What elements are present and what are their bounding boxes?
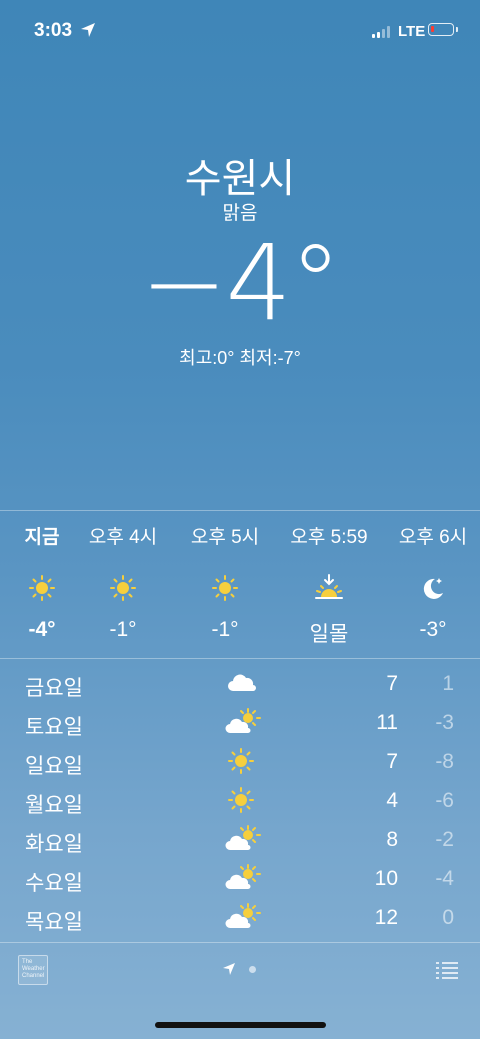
battery-icon [428, 23, 458, 36]
home-indicator[interactable] [155, 1022, 326, 1028]
hourly-item: 오후 5시 -1° [170, 512, 280, 642]
moon-icon [378, 570, 480, 606]
weather-condition: 맑음 [222, 203, 258, 224]
hour-label: 오후 4시 [88, 527, 158, 548]
day-high: 4 [386, 789, 398, 812]
day-name: 월요일 [25, 794, 83, 817]
partly-cloudy-icon [225, 864, 261, 889]
sun-icon [228, 748, 254, 774]
daily-row: 토요일 11 -3 [0, 703, 480, 742]
day-high: 11 [376, 711, 398, 734]
hourly-item: 오후 4시 -1° [68, 512, 178, 642]
day-high: 10 [374, 867, 398, 890]
status-time: 3:03 [34, 20, 73, 41]
location-arrow-icon [81, 23, 95, 37]
day-name: 화요일 [25, 833, 83, 856]
day-low: -2 [435, 828, 454, 851]
daily-row: 일요일 7 -8 [0, 742, 480, 781]
daily-row: 월요일 4 -6 [0, 781, 480, 820]
day-low: -3 [435, 711, 454, 734]
hourly-item: 오후 5:59 일몰 [274, 512, 384, 648]
day-name: 금요일 [25, 677, 83, 700]
day-name: 목요일 [25, 911, 83, 934]
day-name: 토요일 [25, 716, 83, 739]
day-name: 일요일 [25, 755, 83, 778]
cellular-signal-icon [372, 26, 390, 38]
partly-cloudy-icon [225, 708, 261, 733]
city-name: 수원시 [184, 157, 296, 201]
divider [0, 658, 480, 659]
hourly-forecast[interactable]: 지금 -4° 오후 4시 -1° 오후 5시 -1° 오후 5:59 일몰 오후… [0, 512, 480, 657]
network-type: LTE [398, 23, 426, 40]
status-bar: 3:03 LTE [0, 0, 480, 60]
daily-row: 화요일 8 -2 [0, 820, 480, 859]
day-low: -6 [435, 789, 454, 812]
day-low: 1 [442, 672, 454, 695]
hour-temperature: -3° [419, 618, 447, 641]
sun-icon [228, 787, 254, 813]
day-high: 12 [374, 906, 398, 929]
page-indicator-dot[interactable] [249, 966, 256, 973]
divider [0, 510, 480, 511]
weather-channel-logo[interactable]: The Weather Channel [18, 955, 48, 985]
day-low: -8 [435, 750, 454, 773]
day-high: 7 [386, 672, 398, 695]
daily-row: 목요일 12 0 [0, 898, 480, 937]
day-high: 7 [386, 750, 398, 773]
current-temperature: −4° [140, 222, 341, 344]
day-low: 0 [442, 906, 454, 929]
high-low-temperature: 최고:0° 최저:-7° [179, 348, 301, 368]
cloud-icon [228, 674, 256, 691]
day-name: 수요일 [25, 872, 83, 895]
divider [0, 942, 480, 943]
hour-label: 오후 5:59 [290, 527, 368, 548]
partly-cloudy-icon [225, 903, 261, 928]
hourly-item: 오후 6시 -3° [378, 512, 480, 642]
partly-cloudy-icon [225, 825, 261, 850]
hour-temperature: 일몰 [309, 623, 349, 646]
sun-icon [170, 570, 280, 606]
hour-temperature: -1° [109, 618, 137, 641]
list-icon[interactable] [436, 961, 458, 979]
sunset-icon [274, 570, 384, 606]
day-high: 8 [386, 828, 398, 851]
current-location-page-icon[interactable] [222, 962, 236, 976]
daily-row: 금요일 7 1 [0, 664, 480, 703]
hour-label: 오후 5시 [190, 527, 260, 548]
daily-row: 수요일 10 -4 [0, 859, 480, 898]
day-low: -4 [435, 867, 454, 890]
hour-label: 오후 6시 [398, 527, 468, 548]
hour-temperature: -1° [211, 618, 239, 641]
sun-icon [68, 570, 178, 606]
